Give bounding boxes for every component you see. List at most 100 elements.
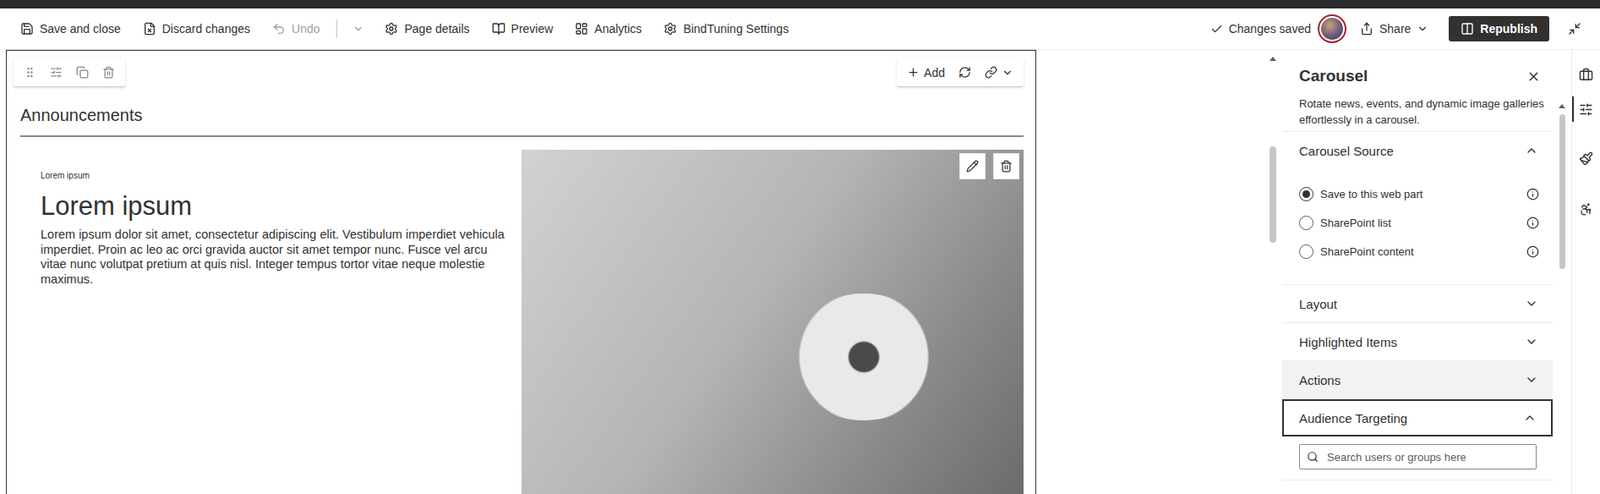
slide-image — [521, 149, 1024, 494]
chevron-down-icon — [1416, 22, 1429, 35]
add-button[interactable]: Add — [901, 62, 951, 83]
duplicate-button[interactable] — [70, 62, 94, 82]
discard-icon — [142, 21, 157, 36]
rail-button[interactable] — [1572, 145, 1600, 171]
suite-bar — [0, 0, 1600, 9]
edit-slide-button[interactable] — [959, 152, 986, 180]
pane-scrollbar[interactable] — [1552, 49, 1572, 494]
section-header[interactable]: Actions — [1282, 360, 1553, 399]
refresh-button[interactable] — [953, 62, 977, 82]
close-button[interactable] — [1523, 65, 1545, 88]
radio-row: SharePoint content — [1299, 236, 1540, 266]
rail-button[interactable] — [1572, 61, 1600, 88]
command-button[interactable]: Undo — [265, 16, 327, 41]
radio-option[interactable]: SharePoint list — [1299, 215, 1392, 230]
chevron-down-icon — [1524, 334, 1539, 349]
rail-button[interactable] — [1572, 196, 1600, 222]
rail-button[interactable] — [1572, 96, 1600, 122]
slide-heading: Lorem ipsum — [40, 190, 510, 223]
pane-description: Rotate news, events, and dynamic image g… — [1282, 95, 1553, 132]
slide-body: Lorem ipsum dolor sit amet, consectetur … — [40, 227, 510, 287]
radio-option[interactable]: Save to this web part — [1299, 186, 1423, 202]
radio-icon[interactable] — [1299, 215, 1314, 230]
delete-slide-button[interactable] — [993, 152, 1020, 180]
search-input[interactable] — [1325, 449, 1530, 465]
flower-shape — [783, 293, 945, 421]
info-icon[interactable] — [1526, 245, 1540, 258]
slide-eyebrow: Lorem ipsum — [40, 170, 510, 181]
carousel-web-part[interactable]: AddAnnouncementsLorem ipsumLorem ipsumLo… — [5, 49, 1037, 494]
collapse-button[interactable] — [1564, 18, 1585, 39]
property-pane: Carousel Rotate news, events, and dynamic… — [1282, 49, 1553, 494]
pane-section: Layout — [1282, 284, 1553, 323]
undo-menu-button[interactable] — [347, 19, 370, 39]
radio-icon[interactable] — [1299, 186, 1314, 202]
radio-icon[interactable] — [1299, 244, 1314, 259]
plus-icon — [906, 65, 920, 79]
search-box — [1299, 443, 1537, 470]
drag-handle[interactable] — [18, 62, 42, 82]
page: Save and close Discard changes Undo Page de… — [0, 0, 1600, 494]
command-right: Changes saved Share Republish — [1210, 14, 1585, 44]
section-header[interactable]: Highlighted Items — [1282, 322, 1553, 361]
gear-icon — [663, 21, 678, 36]
sliders-icon — [49, 65, 63, 79]
scroll-thumb[interactable] — [1269, 146, 1277, 243]
trash-icon — [999, 159, 1013, 173]
chevron-down-icon — [1524, 296, 1539, 311]
carousel-slide: Lorem ipsum Lorem ipsum Lorem ipsum dolor … — [20, 149, 1024, 494]
section-header[interactable]: Layout — [1282, 284, 1553, 323]
section-header[interactable]: Carousel Source — [1282, 131, 1553, 170]
search-icon — [1306, 450, 1319, 463]
info-icon[interactable] — [1526, 216, 1540, 230]
audience-body — [1282, 436, 1553, 480]
pane-section: Carousel Source Save to this web part Shar… — [1282, 131, 1553, 285]
edit-properties-button[interactable] — [44, 62, 68, 82]
pane-section: Highlighted Items — [1282, 322, 1553, 361]
check-icon — [1210, 22, 1224, 36]
section-header[interactable]: Audience Targeting — [1282, 398, 1553, 437]
republish-button[interactable]: Republish — [1448, 16, 1550, 42]
grip-icon — [23, 65, 37, 79]
pane-title-row: Carousel — [1299, 65, 1545, 88]
scroll-thumb[interactable] — [1559, 114, 1566, 269]
slide-text: Lorem ipsum Lorem ipsum Lorem ipsum dolor … — [20, 149, 522, 494]
avatar-image — [1321, 17, 1344, 40]
link-button[interactable] — [979, 62, 1019, 82]
command-button[interactable]: Save and close — [13, 16, 128, 41]
save-status: Changes saved — [1210, 21, 1311, 36]
chevron-down-icon — [1524, 372, 1539, 387]
share-button[interactable]: Share — [1353, 16, 1436, 41]
trash-icon — [102, 65, 115, 79]
pane-section: Actions — [1282, 360, 1553, 399]
source-options: Save to this web part SharePoint list Shar… — [1282, 169, 1553, 284]
command-group: Save and close Discard changes Undo Page de… — [13, 16, 796, 41]
paintbrush-icon — [1578, 151, 1594, 166]
canvas-scrollbar[interactable] — [1263, 49, 1283, 494]
save-icon — [20, 21, 34, 36]
refresh-icon — [958, 65, 972, 79]
delete-button[interactable] — [97, 62, 121, 82]
collapse-icon — [1567, 21, 1582, 36]
gear-icon — [384, 21, 399, 36]
info-icon[interactable] — [1526, 187, 1540, 201]
user-avatar[interactable] — [1317, 14, 1347, 44]
radio-option[interactable]: SharePoint content — [1299, 244, 1415, 259]
command-button[interactable]: Analytics — [567, 16, 649, 41]
command-button[interactable]: Discard changes — [136, 16, 257, 41]
scroll-up-icon[interactable] — [1269, 56, 1277, 61]
pencil-icon — [966, 159, 979, 173]
chevron-down-icon — [352, 22, 365, 35]
command-button[interactable]: Preview — [485, 16, 561, 41]
sliders-icon — [1578, 102, 1594, 117]
command-button[interactable]: Page details — [377, 16, 476, 41]
web-part-title[interactable]: Announcements — [20, 103, 1024, 137]
command-button[interactable]: BindTuning Settings — [656, 16, 796, 41]
scroll-up-icon[interactable] — [1558, 103, 1566, 109]
undo-icon — [272, 21, 286, 36]
analytics-icon — [574, 21, 589, 36]
chevron-up-icon — [1523, 410, 1537, 425]
chevron-up-icon — [1524, 143, 1539, 158]
workspace: AddAnnouncementsLorem ipsumLorem ipsumLo… — [0, 49, 1600, 494]
accessibility-icon — [1578, 202, 1594, 217]
